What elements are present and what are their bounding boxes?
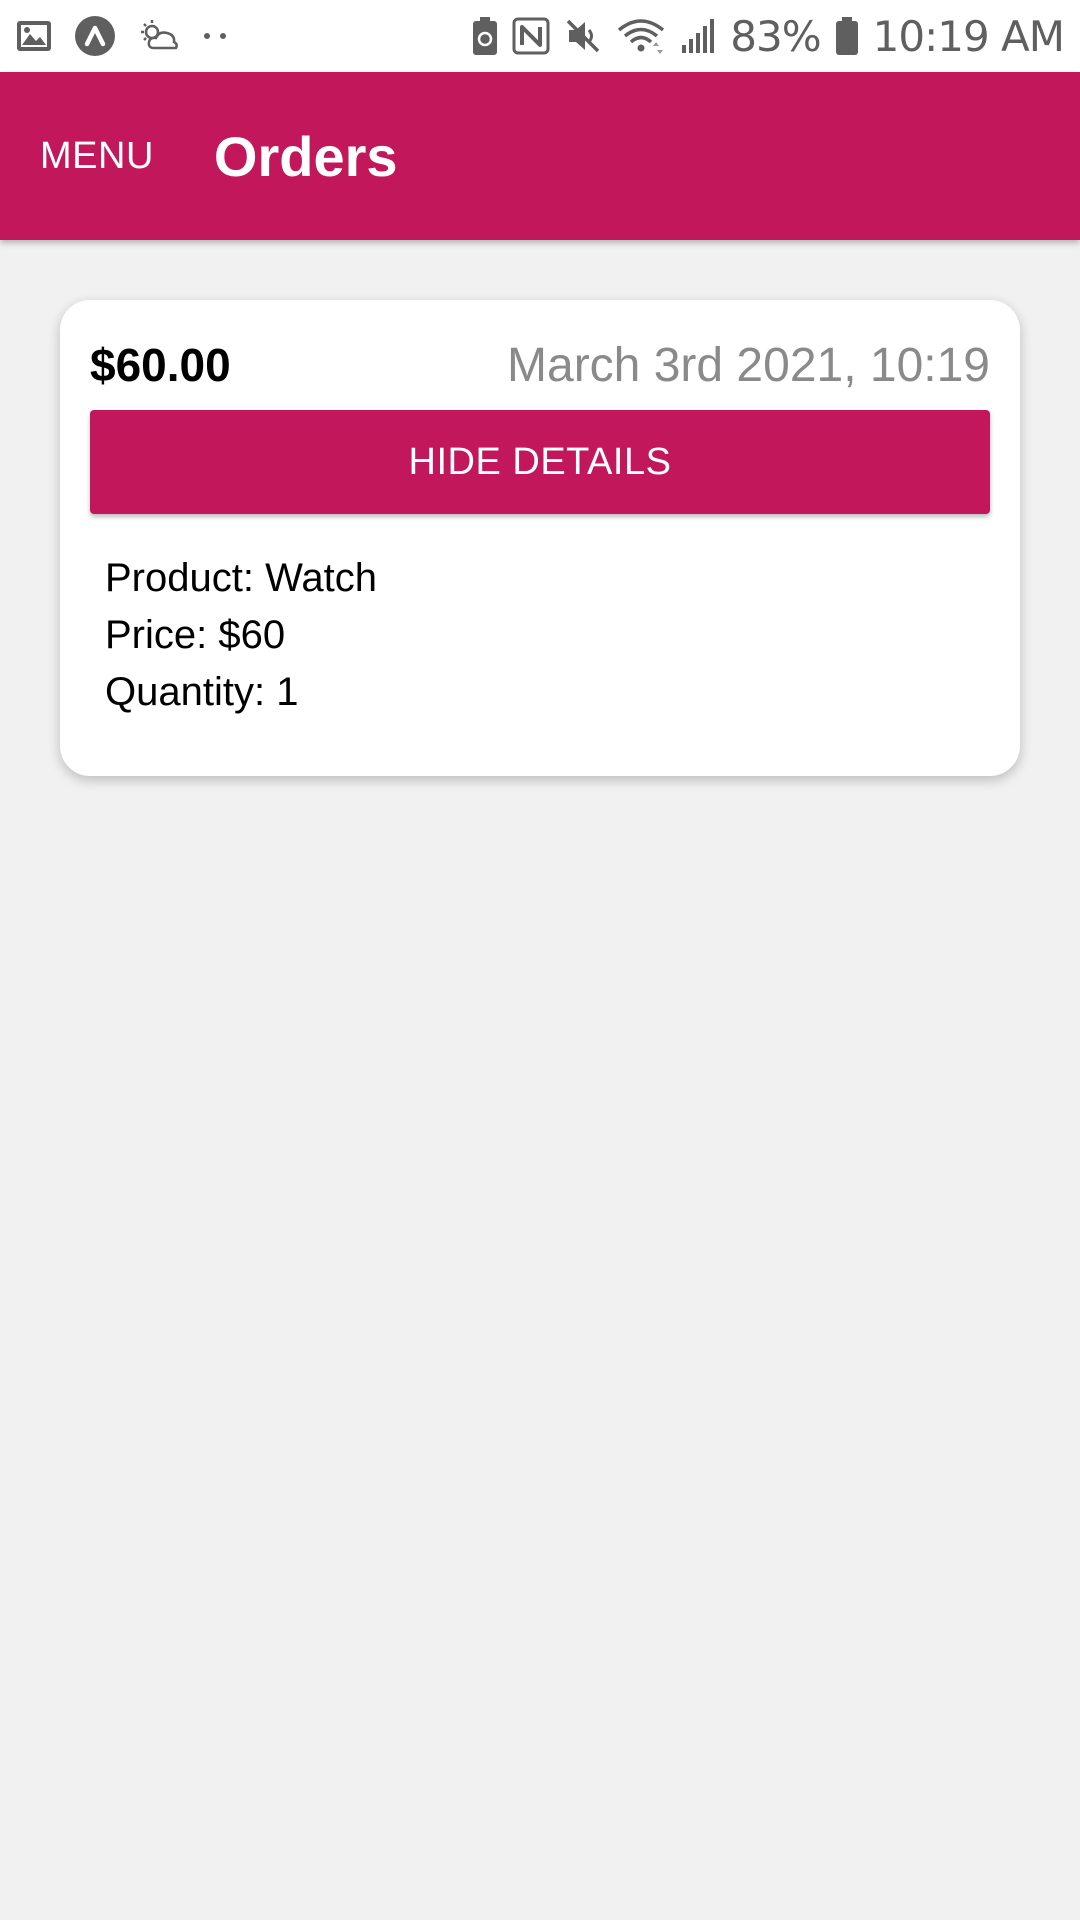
order-price: Price: $60 bbox=[105, 613, 286, 657]
signal-icon bbox=[680, 17, 716, 55]
app-circle-icon bbox=[74, 15, 116, 57]
status-time: 10:19 AM bbox=[872, 11, 1065, 61]
order-card: $60.00 March 3rd 2021, 10:19 HIDE DETAIL… bbox=[60, 300, 1020, 776]
battery-icon bbox=[835, 16, 859, 56]
order-details: Product: Watch Price: $60 Quantity: 1 bbox=[105, 550, 377, 721]
status-left-icons bbox=[16, 15, 250, 57]
wifi-icon bbox=[616, 16, 666, 56]
battery-saver-icon bbox=[472, 16, 498, 56]
status-right-icons: 83% 10:19 AM bbox=[458, 11, 1065, 61]
more-dots-icon bbox=[202, 31, 228, 41]
order-product: Product: Watch bbox=[105, 556, 377, 600]
app-bar: MENU Orders bbox=[0, 72, 1080, 240]
order-quantity: Quantity: 1 bbox=[105, 670, 299, 714]
hide-details-button[interactable]: HIDE DETAILS bbox=[90, 410, 990, 514]
mute-icon bbox=[564, 17, 602, 55]
image-icon bbox=[16, 20, 52, 52]
menu-button[interactable]: MENU bbox=[40, 135, 154, 178]
battery-percent: 83% bbox=[730, 11, 821, 61]
status-bar: 83% 10:19 AM bbox=[0, 0, 1080, 72]
nfc-icon bbox=[512, 17, 550, 55]
order-total: $60.00 bbox=[90, 339, 231, 391]
cloud-sun-icon bbox=[138, 18, 180, 54]
page-title: Orders bbox=[213, 124, 398, 188]
order-date: March 3rd 2021, 10:19 bbox=[507, 339, 990, 392]
